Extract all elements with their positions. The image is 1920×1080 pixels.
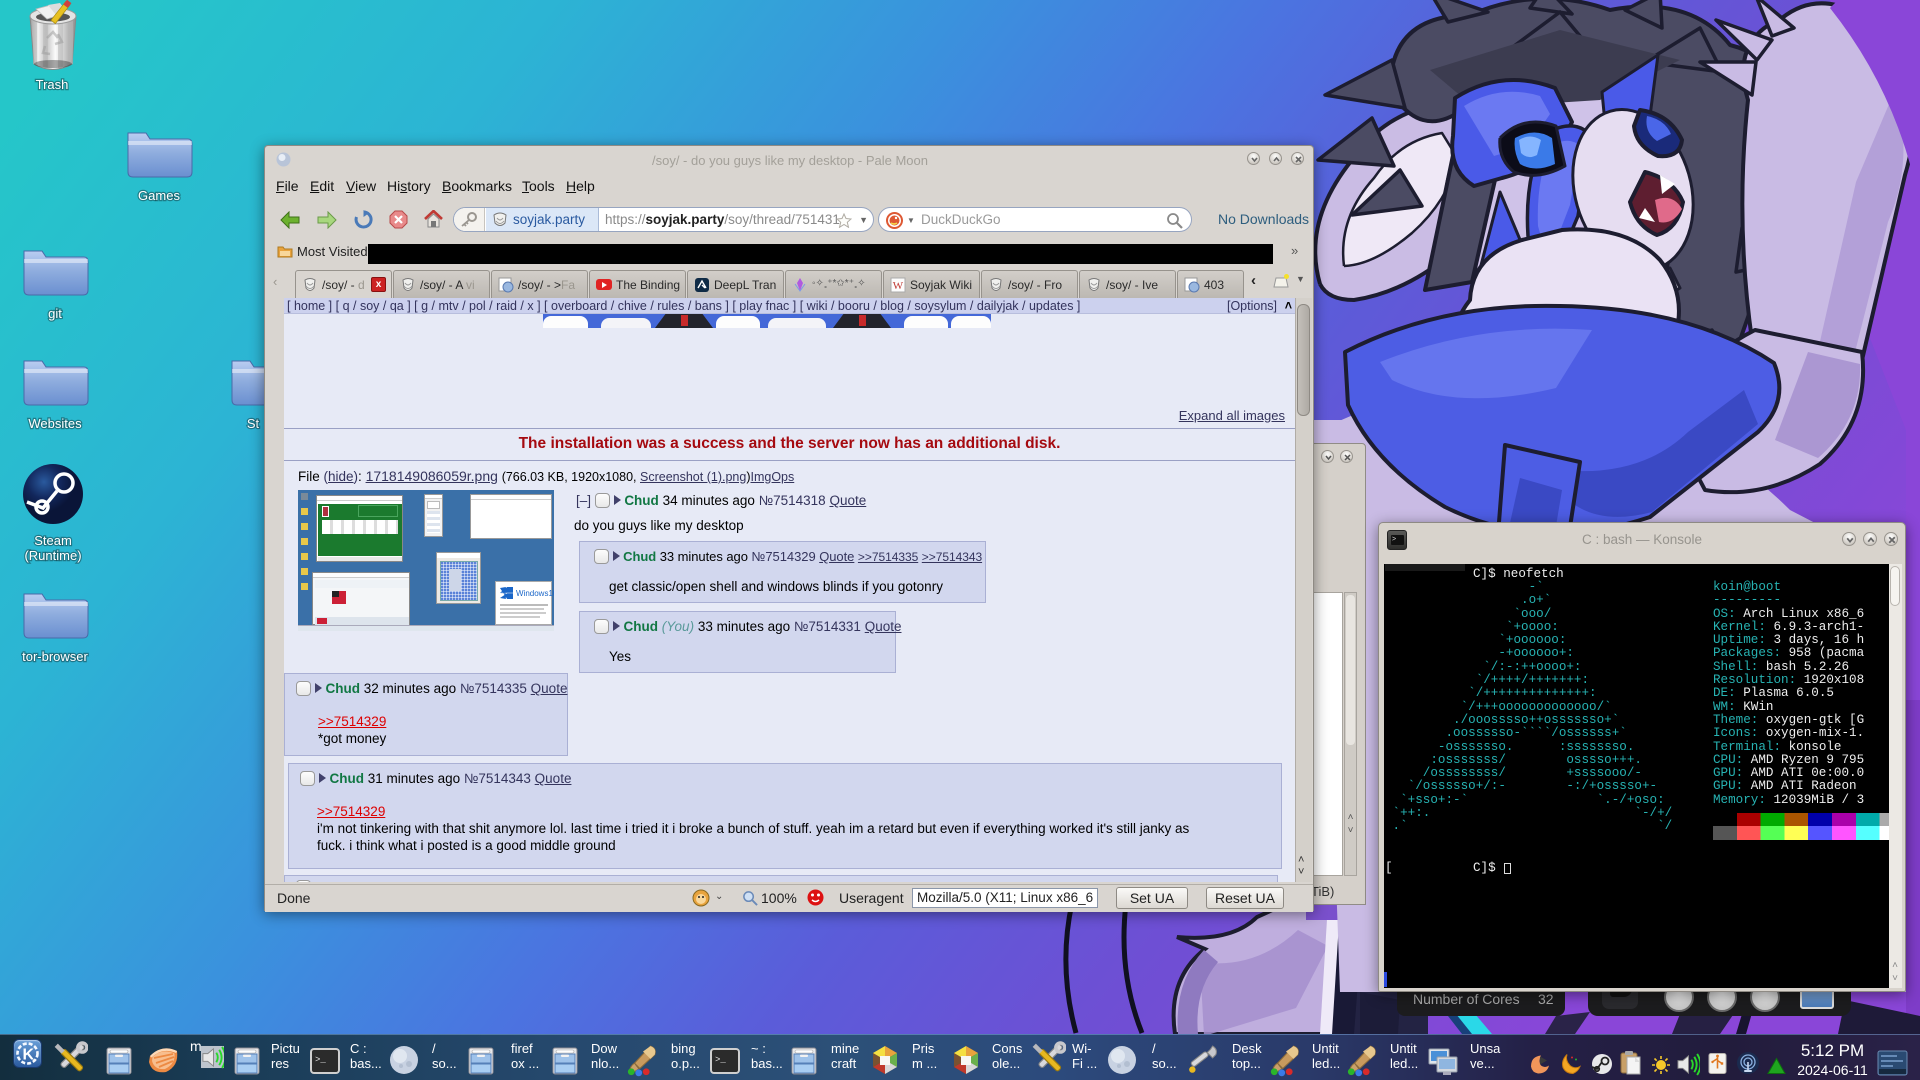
svg-text:git: git xyxy=(48,306,62,321)
svg-text:Websites: Websites xyxy=(28,416,82,431)
svg-text:tor-browser: tor-browser xyxy=(22,649,88,664)
svg-text:W: W xyxy=(893,280,904,292)
svg-text:Trash: Trash xyxy=(36,77,69,92)
svg-text:St: St xyxy=(247,416,260,431)
svg-text:Games: Games xyxy=(138,188,180,203)
svg-text:(Runtime): (Runtime) xyxy=(24,548,81,563)
svg-text:K: K xyxy=(23,1047,35,1064)
svg-text:Steam: Steam xyxy=(34,533,72,548)
